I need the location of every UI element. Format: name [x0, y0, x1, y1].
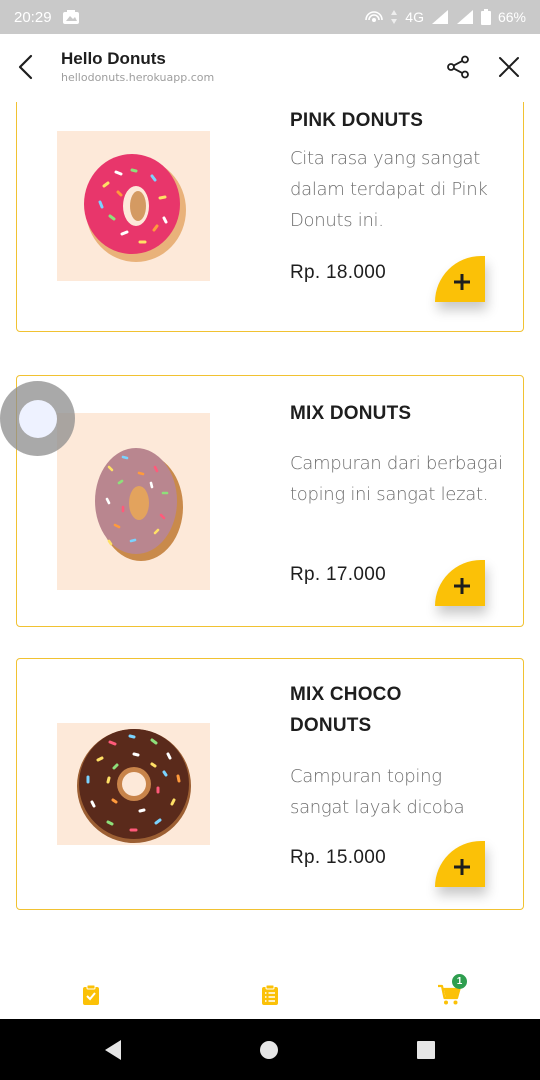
- network-type: 4G: [405, 9, 424, 25]
- close-icon: [499, 57, 519, 77]
- share-button[interactable]: [443, 52, 473, 82]
- touch-indicator-dot: [18, 399, 57, 438]
- status-time: 20:29: [14, 8, 52, 26]
- clipboard-check-icon: [83, 984, 99, 1005]
- product-name: PINK DONUTS: [290, 110, 424, 131]
- battery-level: 66%: [497, 9, 526, 25]
- product-card: PINK DONUTS Cita rasa yang sangat dalam …: [16, 102, 524, 332]
- data-arrows-icon: [390, 9, 398, 25]
- product-price: Rp. 15.000: [290, 847, 386, 868]
- product-list[interactable]: PINK DONUTS Cita rasa yang sangat dalam …: [0, 102, 540, 960]
- touch-indicator: [0, 381, 75, 456]
- system-home-button[interactable]: [256, 1037, 282, 1063]
- cart-count-badge: 1: [452, 974, 467, 989]
- back-button[interactable]: [10, 52, 40, 82]
- clipboard-list-icon: [262, 984, 278, 1005]
- page-url: hellodonuts.herokuapp.com: [61, 71, 215, 84]
- battery-icon: [480, 9, 491, 25]
- plus-icon: [454, 274, 470, 290]
- mix-donut-icon: [94, 447, 183, 561]
- signal-icon-2: [456, 9, 474, 25]
- circle-home-icon: [260, 1041, 278, 1059]
- pink-donut-icon: [83, 154, 186, 262]
- product-card: MIX DONUTS Campuran dari berbagai toping…: [16, 375, 524, 627]
- product-description: Cita rasa yang sangat dalam terdapat di …: [290, 148, 488, 231]
- status-bar: 20:29 4G 66%: [0, 0, 540, 34]
- product-image: [57, 723, 210, 845]
- add-to-cart-button[interactable]: [435, 256, 485, 302]
- close-button[interactable]: [494, 52, 524, 82]
- nav-orders[interactable]: [76, 980, 106, 1010]
- product-name: MIX CHOCO DONUTS: [290, 684, 402, 736]
- product-image: [57, 413, 210, 590]
- product-price: Rp. 17.000: [290, 564, 386, 585]
- system-nav-bar: [0, 1019, 540, 1080]
- plus-icon: [454, 859, 470, 875]
- bottom-nav: 1: [0, 960, 540, 1019]
- system-recents-button[interactable]: [413, 1037, 439, 1063]
- header-title-group: Hello Donuts hellodonuts.herokuapp.com: [61, 49, 214, 86]
- page-title: Hello Donuts: [61, 49, 166, 68]
- product-image: [57, 131, 210, 281]
- add-to-cart-button[interactable]: [435, 560, 485, 606]
- product-card: MIX CHOCO DONUTS Campuran toping sangat …: [16, 658, 524, 910]
- product-description: Campuran dari berbagai toping ini sangat…: [290, 453, 503, 505]
- share-icon: [447, 55, 469, 79]
- product-price: Rp. 18.000: [290, 262, 386, 283]
- app-header: Hello Donuts hellodonuts.herokuapp.com: [0, 34, 540, 102]
- plus-icon: [454, 578, 470, 594]
- signal-icon: [431, 9, 449, 25]
- back-arrow-icon: [18, 54, 33, 80]
- triangle-back-icon: [105, 1040, 121, 1060]
- nav-cart[interactable]: 1: [434, 974, 467, 1010]
- add-to-cart-button[interactable]: [435, 841, 485, 887]
- choco-donut-icon: [76, 729, 191, 843]
- product-name: MIX DONUTS: [290, 403, 412, 424]
- gallery-notification-icon: [62, 9, 80, 25]
- hotspot-icon: [365, 9, 384, 25]
- square-recents-icon: [417, 1041, 435, 1059]
- nav-menu-list[interactable]: [255, 980, 285, 1010]
- product-description: Campuran toping sangat layak dicoba: [290, 766, 465, 818]
- system-back-button[interactable]: [100, 1037, 126, 1063]
